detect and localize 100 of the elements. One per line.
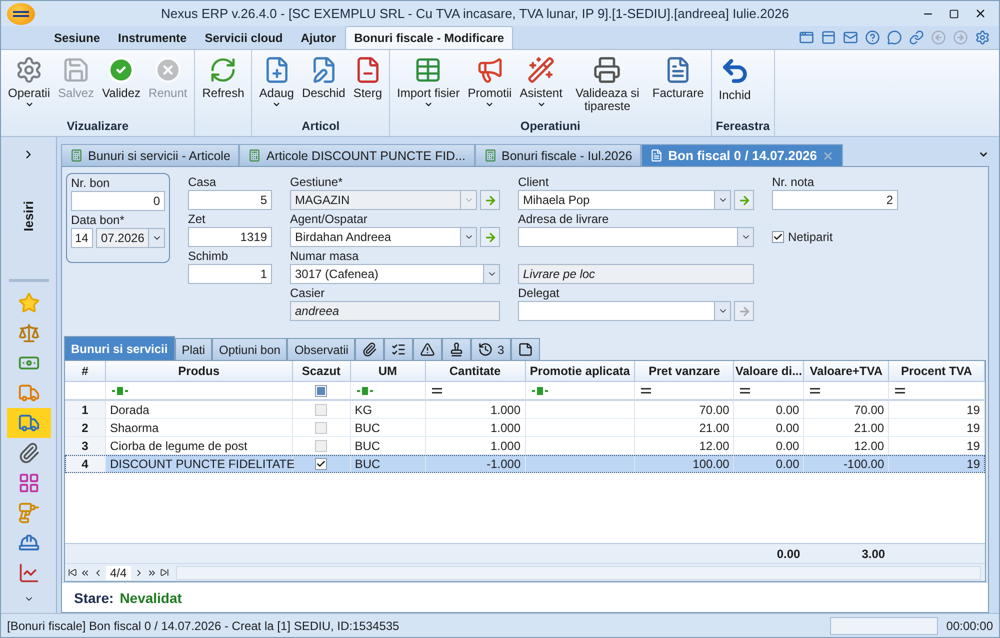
next-page-icon[interactable] [146,568,157,578]
arrow-right-icon [484,194,496,206]
dropdown-field[interactable]: Birdahan Andreea [290,227,477,247]
column-header[interactable]: Promotie aplicata [526,361,636,382]
section-tab[interactable] [442,338,472,360]
readonly-field: andreea [290,301,500,321]
ribbon-button[interactable]: Promotii [464,54,515,111]
ribbon-button[interactable]: Asistent [516,54,566,111]
section-tab[interactable] [511,338,540,360]
number-field[interactable]: 2 [772,190,898,210]
menu-tab[interactable]: Bonuri fiscale - Modificare [345,26,514,49]
field-label: Nr. nota [772,174,816,188]
dropdown-field[interactable]: Mihaela Pop [518,190,731,210]
column-header[interactable]: Valoare di... [734,361,804,382]
table-icon [70,149,83,162]
go-arrow-button[interactable] [734,190,754,210]
menu-tab[interactable]: Servicii cloud [196,26,292,49]
ribbon-button[interactable]: Facturare [649,54,707,102]
ribbon-button[interactable]: Sterg [350,54,386,102]
menu-tab[interactable]: Ajutor [292,26,346,49]
color-grid-icon [18,472,40,494]
table-cell: 19 [889,455,985,473]
menu-tab[interactable]: Instrumente [109,26,196,49]
number-field[interactable]: 1 [188,264,272,284]
document-tab[interactable]: Bunuri si servicii - Articole [61,144,240,166]
section-tab[interactable] [355,338,384,360]
section-tab[interactable] [384,338,414,360]
table-row[interactable]: 3 Ciorba de legume de post BUC 1.000 12.00 0.00 12.00 19 [65,437,985,455]
gear-plus-icon [15,56,44,84]
row-checkbox[interactable] [315,440,328,452]
menu-tab[interactable]: Sesiune [45,26,110,49]
previous-page-icon[interactable] [80,568,90,578]
ribbon-button[interactable]: Validez [99,54,144,102]
column-header[interactable]: UM [350,361,426,382]
table-row[interactable]: 4 DISCOUNT PUNCTE FIDELITATE BUC -1.000 100.00 0.00 -100.00 19 [65,455,985,473]
dropdown-field[interactable] [518,227,754,247]
last-record-icon[interactable] [160,568,169,577]
table-plus-icon [414,56,442,84]
link-icon[interactable] [907,28,925,46]
first-record-icon[interactable] [68,568,77,577]
line-chart-icon [18,562,40,584]
day-field[interactable]: 14 [71,228,93,248]
column-header[interactable]: Procent TVA [889,361,985,382]
dropdown-field[interactable]: 3017 (Cafenea) [290,264,500,284]
column-header[interactable]: Pret vanzare [635,361,734,382]
ribbon-button[interactable]: Valideaza si tipareste [567,54,648,115]
table-row[interactable]: 2 Shaorma BUC 1.000 21.00 0.00 21.00 19 [65,419,985,437]
table-cell: 0.00 [734,455,804,473]
table-cell: 3 [65,437,106,455]
table-icon [484,149,497,162]
ribbon-button[interactable]: Adaug [256,54,297,111]
close-icon[interactable] [822,150,834,162]
number-field[interactable]: 0 [71,191,165,211]
netiparit-checkbox[interactable]: Netiparit [772,227,833,247]
refresh-sheet-icon [209,56,238,84]
filter-checkbox[interactable] [315,384,328,396]
ribbon-button[interactable]: Deschid [298,54,348,102]
help-icon[interactable] [863,28,881,46]
section-tab[interactable]: Observatii [287,338,356,360]
horizontal-scrollbar[interactable] [176,566,981,580]
document-icon [650,149,664,162]
ribbon-button[interactable]: Inchid [716,54,754,104]
readonly-field: Livrare pe loc [518,264,754,284]
settings-icon[interactable] [973,28,991,46]
equals-icon [895,388,906,394]
ribbon-button[interactable]: Operatii [5,54,54,111]
section-tab[interactable]: Bunuri si servicii [64,336,175,360]
section-tab[interactable] [413,338,442,360]
table-cell: -100.00 [804,455,890,473]
dropdown-field[interactable] [518,301,731,321]
document-tab[interactable]: Articole DISCOUNT PUNCTE FID... [239,144,475,166]
sidebar-item[interactable] [6,408,50,438]
column-header[interactable]: Valoare+TVA [804,361,890,382]
document-tab[interactable]: Bonuri fiscale - Iul.2026 [474,144,642,166]
row-checkbox[interactable] [315,404,328,416]
column-header[interactable]: Produs [106,361,293,382]
column-header[interactable]: Cantitate [426,361,526,382]
go-arrow-button[interactable] [480,227,500,247]
section-tab[interactable]: Optiuni bon [212,338,288,360]
table-row[interactable]: 1 Dorada KG 1.000 70.00 0.00 70.00 19 [65,401,985,419]
row-checkbox[interactable] [315,422,328,434]
equals-icon [432,388,442,394]
drill-icon [18,502,40,524]
column-total: 0.00 [776,546,802,562]
number-field[interactable]: 5 [188,190,272,210]
row-checkbox[interactable] [315,458,328,470]
table-cell: BUC [350,455,426,473]
table-cell: -1.000 [426,455,526,473]
column-header[interactable]: Scazut [292,361,351,382]
ribbon-button[interactable]: Refresh [199,54,248,102]
section-tab[interactable]: 3 [471,338,512,360]
number-field[interactable]: 1319 [188,227,272,247]
ribbon-button[interactable]: Import fisier [394,54,463,111]
arrow-right-icon [738,194,750,206]
document-tab[interactable]: Bon fiscal 0 / 14.07.2026 [641,144,844,166]
chat-icon[interactable] [885,28,903,46]
section-tab[interactable]: Plati [174,338,212,360]
field-label: Zet [188,211,206,225]
column-header[interactable]: # [65,361,106,382]
date-field[interactable]: 07.2026 [96,228,165,248]
